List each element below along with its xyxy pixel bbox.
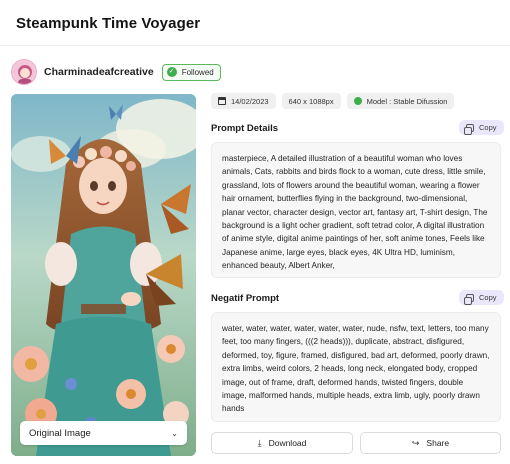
model-status-icon	[353, 97, 362, 105]
creator-row: Charminadeafcreative ✓ Followed	[11, 59, 221, 85]
download-label: Download	[268, 438, 307, 448]
model-chip: Model : Stable Difussion	[346, 93, 455, 109]
image-meta-row: 14/02/2023 640 x 1088px Model : Stable D…	[211, 93, 455, 109]
share-label: Share	[426, 438, 450, 448]
copy-prompt-button[interactable]: Copy	[459, 120, 504, 135]
followed-button[interactable]: ✓ Followed	[161, 63, 221, 81]
page-title: Steampunk Time Voyager	[16, 15, 201, 32]
generated-image[interactable]	[11, 94, 196, 456]
copy-negative-label: Copy	[479, 293, 497, 302]
share-icon: ↪	[411, 437, 420, 448]
copy-icon	[464, 123, 474, 135]
model-value: Model : Stable Difussion	[366, 96, 448, 106]
negative-prompt-text: water, water, water, water, water, water…	[211, 312, 501, 422]
title-divider	[0, 45, 510, 46]
copy-icon	[464, 293, 474, 305]
artwork-illustration	[11, 94, 196, 456]
creator-name[interactable]: Charminadeafcreative	[44, 66, 154, 78]
negative-prompt-heading: Negatif Prompt	[211, 293, 280, 304]
copy-negative-button[interactable]: Copy	[459, 290, 504, 305]
followed-label: Followed	[181, 67, 214, 77]
chevron-down-icon: ⌄	[171, 428, 178, 438]
date-value: 14/02/2023	[231, 96, 269, 106]
image-version-label: Original Image	[29, 427, 91, 439]
check-circle-icon: ✓	[166, 67, 177, 77]
download-icon: ⤓	[257, 437, 262, 448]
prompt-heading: Prompt Details	[211, 123, 279, 134]
copy-prompt-label: Copy	[479, 123, 497, 132]
date-chip: 14/02/2023	[211, 93, 276, 109]
size-chip: 640 x 1088px	[281, 93, 341, 109]
image-version-select[interactable]: Original Image ⌄	[20, 421, 187, 445]
share-button[interactable]: ↪ Share	[360, 432, 501, 454]
prompt-text: masterpiece, A detailed illustration of …	[211, 142, 501, 278]
avatar-illustration	[12, 60, 36, 84]
calendar-icon	[218, 97, 226, 105]
download-button[interactable]: ⤓ Download	[211, 432, 353, 454]
size-value: 640 x 1088px	[288, 96, 334, 106]
avatar[interactable]	[11, 59, 37, 85]
